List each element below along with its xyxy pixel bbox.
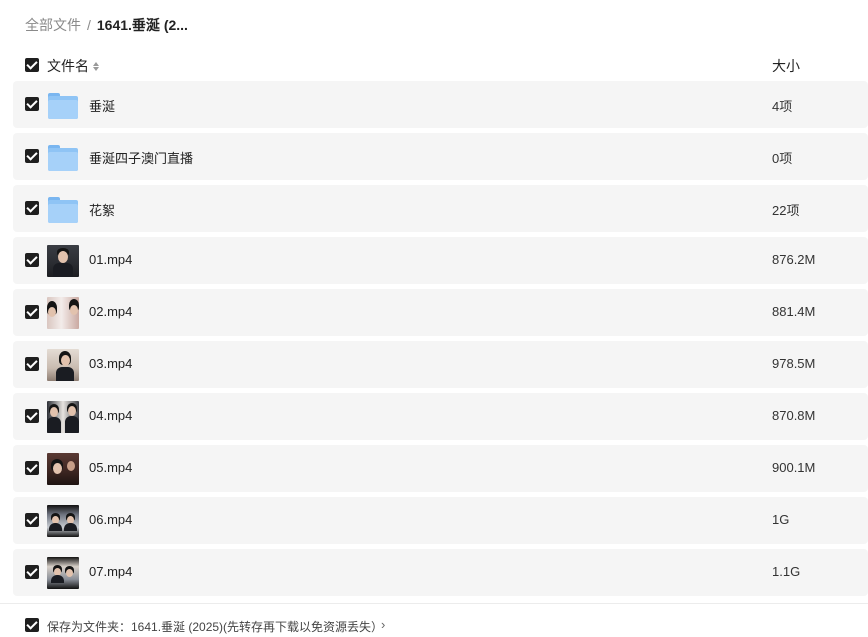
row-checkbox[interactable] xyxy=(25,513,39,527)
select-all-checkbox[interactable] xyxy=(25,58,39,72)
row-checkbox[interactable] xyxy=(25,201,39,215)
video-thumbnail xyxy=(47,453,79,485)
file-size: 0项 xyxy=(772,151,793,166)
size-column-header: 大小 xyxy=(772,58,800,74)
file-row[interactable]: 06.mp4 1G xyxy=(13,497,868,544)
row-checkbox[interactable] xyxy=(25,461,39,475)
file-row[interactable]: 垂涎 4项 xyxy=(13,81,868,128)
file-size: 22项 xyxy=(772,203,800,218)
sort-icon[interactable] xyxy=(93,61,99,71)
file-row[interactable]: 02.mp4 881.4M xyxy=(13,289,868,336)
save-destination-bar: 保存为文件夹：1641.垂涎 (2025)(先转存再下载以免资源丢失） › xyxy=(0,603,868,637)
breadcrumb-current: 1641.垂涎 (2... xyxy=(96,17,188,33)
file-size: 870.8M xyxy=(772,408,816,423)
file-name[interactable]: 垂涎 xyxy=(89,96,115,115)
video-thumbnail xyxy=(47,557,79,589)
row-checkbox[interactable] xyxy=(25,253,39,267)
file-list-header: 文件名 大小 xyxy=(0,52,868,78)
chevron-right-icon[interactable]: › xyxy=(381,617,385,632)
file-size: 1.1G xyxy=(772,564,801,579)
row-checkbox[interactable] xyxy=(25,565,39,579)
file-row[interactable]: 04.mp4 870.8M xyxy=(13,393,868,440)
file-size: 900.1M xyxy=(772,460,816,475)
save-folder-checkbox[interactable] xyxy=(25,618,39,632)
video-thumbnail xyxy=(47,349,79,381)
file-name[interactable]: 03.mp4 xyxy=(89,356,132,371)
video-thumbnail xyxy=(47,505,79,537)
file-name[interactable]: 垂涎四子澳门直播 xyxy=(89,148,193,167)
file-name[interactable]: 花絮 xyxy=(89,200,115,219)
file-size: 876.2M xyxy=(772,252,816,267)
breadcrumb-root-link[interactable]: 全部文件 xyxy=(25,15,81,35)
breadcrumb: 全部文件 / 1641.垂涎 (2... xyxy=(25,14,188,36)
folder-icon xyxy=(47,89,79,121)
row-checkbox[interactable] xyxy=(25,409,39,423)
file-size: 1G xyxy=(772,512,790,527)
row-checkbox[interactable] xyxy=(25,305,39,319)
video-thumbnail xyxy=(47,245,79,277)
file-size: 881.4M xyxy=(772,304,816,319)
file-row[interactable]: 03.mp4 978.5M xyxy=(13,341,868,388)
breadcrumb-separator: / xyxy=(87,17,91,33)
file-row[interactable]: 花絮 22项 xyxy=(13,185,868,232)
row-checkbox[interactable] xyxy=(25,357,39,371)
name-column-label: 文件名 xyxy=(47,58,89,74)
folder-icon xyxy=(47,193,79,225)
file-row[interactable]: 01.mp4 876.2M xyxy=(13,237,868,284)
folder-icon xyxy=(47,141,79,173)
file-row[interactable]: 垂涎四子澳门直播 0项 xyxy=(13,133,868,180)
save-destination-text[interactable]: 保存为文件夹：1641.垂涎 (2025)(先转存再下载以免资源丢失） xyxy=(47,618,383,635)
file-name[interactable]: 02.mp4 xyxy=(89,304,132,319)
video-thumbnail xyxy=(47,401,79,433)
file-name[interactable]: 04.mp4 xyxy=(89,408,132,423)
file-name[interactable]: 05.mp4 xyxy=(89,460,132,475)
file-name[interactable]: 07.mp4 xyxy=(89,564,132,579)
file-name[interactable]: 01.mp4 xyxy=(89,252,132,267)
file-row[interactable]: 07.mp4 1.1G xyxy=(13,549,868,596)
file-size: 4项 xyxy=(772,99,793,114)
file-size: 978.5M xyxy=(772,356,816,371)
file-row[interactable]: 05.mp4 900.1M xyxy=(13,445,868,492)
name-column-header[interactable]: 文件名 xyxy=(47,56,99,76)
row-checkbox[interactable] xyxy=(25,149,39,163)
row-checkbox[interactable] xyxy=(25,97,39,111)
video-thumbnail xyxy=(47,297,79,329)
file-name[interactable]: 06.mp4 xyxy=(89,512,132,527)
file-list: 垂涎 4项 垂涎四子澳门直播 0项 花絮 22项 01.mp4 876.2M 0… xyxy=(13,81,868,601)
